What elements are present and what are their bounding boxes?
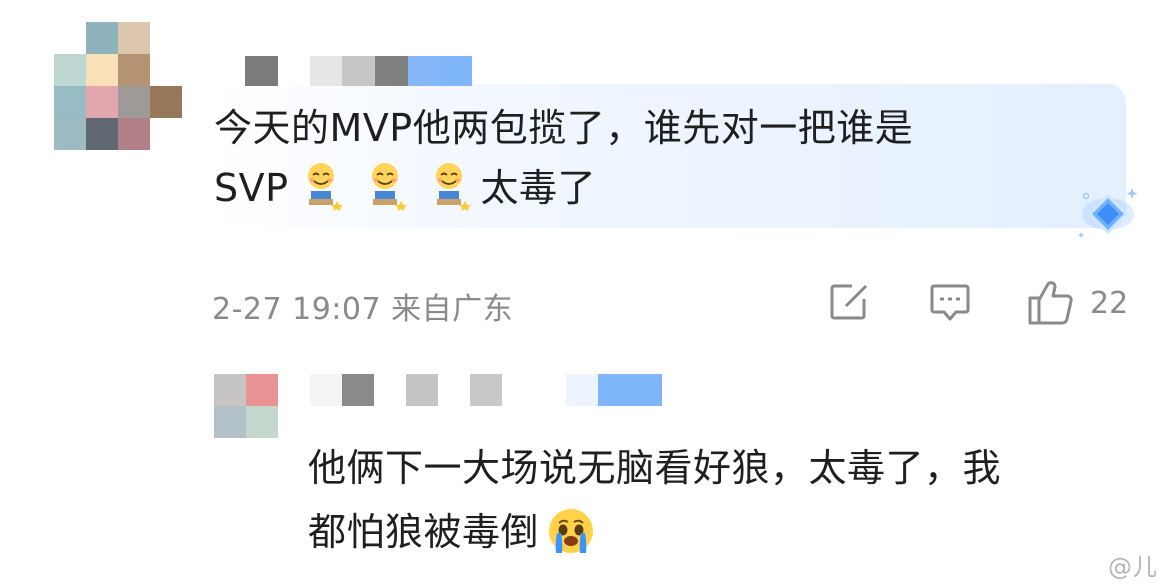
avatar-mosaic-tile — [54, 54, 86, 86]
sly-kneeling-emoji — [435, 163, 471, 211]
name-mosaic-tile — [534, 374, 566, 406]
comment-text-line2: SVP 太毒了 — [214, 158, 1114, 218]
avatar-mosaic-tile — [54, 22, 86, 54]
avatar-mosaic-tile — [54, 86, 86, 118]
comment-meta: 2-27 19:07 来自广东 — [212, 284, 513, 328]
name-mosaic-tile — [630, 374, 662, 406]
avatar-mosaic-tile — [214, 406, 246, 438]
name-mosaic-tile — [342, 374, 374, 406]
name-mosaic-tile — [375, 56, 408, 86]
comment-icon — [930, 284, 970, 321]
avatar-mosaic-tile — [118, 22, 150, 54]
avatar-mosaic-tile — [54, 118, 86, 150]
commenter-name[interactable] — [245, 56, 472, 86]
comment-text-suffix: 太毒了 — [480, 166, 597, 210]
name-mosaic-tile — [245, 56, 278, 86]
crying-emoji — [549, 509, 594, 553]
avatar-mosaic-tile — [118, 54, 150, 86]
avatar-mosaic-tile — [86, 86, 118, 118]
name-mosaic-tile — [408, 56, 440, 86]
reply-text-line2-wrap: 都怕狼被毒倒 — [308, 500, 1128, 564]
reply-button[interactable] — [928, 282, 972, 324]
watermark: @儿 — [1108, 553, 1158, 581]
name-mosaic-tile — [470, 374, 502, 406]
avatar-mosaic-tile — [150, 86, 182, 118]
name-mosaic-tile — [598, 374, 630, 406]
avatar-mosaic-tile — [118, 118, 150, 150]
name-mosaic-tile — [310, 374, 342, 406]
avatar-mosaic-tile — [150, 118, 182, 150]
comment-thread: 今天的MVP他两包揽了，谁先对一把谁是 SVP 太毒了 2-27 19:07 来… — [0, 0, 1166, 588]
name-mosaic-tile — [440, 56, 472, 86]
replier-name[interactable] — [310, 374, 662, 406]
name-mosaic-tile — [566, 374, 598, 406]
like-button[interactable]: 22 — [1026, 280, 1128, 326]
avatar-mosaic-tile — [150, 22, 182, 54]
avatar-mosaic-tile — [86, 22, 118, 54]
name-mosaic-tile — [502, 374, 534, 406]
avatar-mosaic-tile — [118, 86, 150, 118]
reply-text-line1: 他俩下一大场说无脑看好狼，太毒了，我 — [308, 446, 1002, 490]
sly-kneeling-emoji — [371, 163, 407, 211]
name-mosaic-tile — [406, 374, 438, 406]
avatar-mosaic-tile — [246, 374, 278, 406]
comment-text-line1: 今天的MVP他两包揽了，谁先对一把谁是 — [214, 106, 914, 150]
avatar-mosaic-tile — [246, 406, 278, 438]
avatar-mosaic-tile — [86, 54, 118, 86]
name-mosaic-tile — [438, 374, 470, 406]
avatar-mosaic-tile — [86, 118, 118, 150]
like-count: 22 — [1090, 285, 1129, 321]
avatar-mosaic-tile — [150, 54, 182, 86]
reply-text-line2: 都怕狼被毒倒 — [308, 510, 540, 554]
name-mosaic-tile — [310, 56, 342, 86]
commenter-avatar[interactable] — [54, 22, 182, 150]
reply-text: 他俩下一大场说无脑看好狼，太毒了，我 都怕狼被毒倒 — [308, 436, 1128, 564]
comment-text-svp: SVP — [214, 166, 289, 210]
thumbs-up-icon — [1028, 281, 1073, 325]
avatar-mosaic-tile — [214, 374, 246, 406]
name-mosaic-tile — [342, 56, 375, 86]
diamond-badge-icon — [1078, 188, 1138, 238]
name-mosaic-tile — [374, 374, 406, 406]
edit-button[interactable] — [828, 282, 870, 322]
replier-avatar[interactable] — [214, 374, 278, 438]
comment-location: 来自广东 — [391, 292, 514, 327]
edit-icon — [830, 284, 868, 320]
sly-kneeling-emoji — [307, 163, 343, 211]
comment-timestamp: 2-27 19:07 — [212, 292, 382, 327]
comment-text: 今天的MVP他两包揽了，谁先对一把谁是 SVP 太毒了 — [214, 98, 1114, 218]
name-mosaic-tile — [278, 56, 310, 86]
